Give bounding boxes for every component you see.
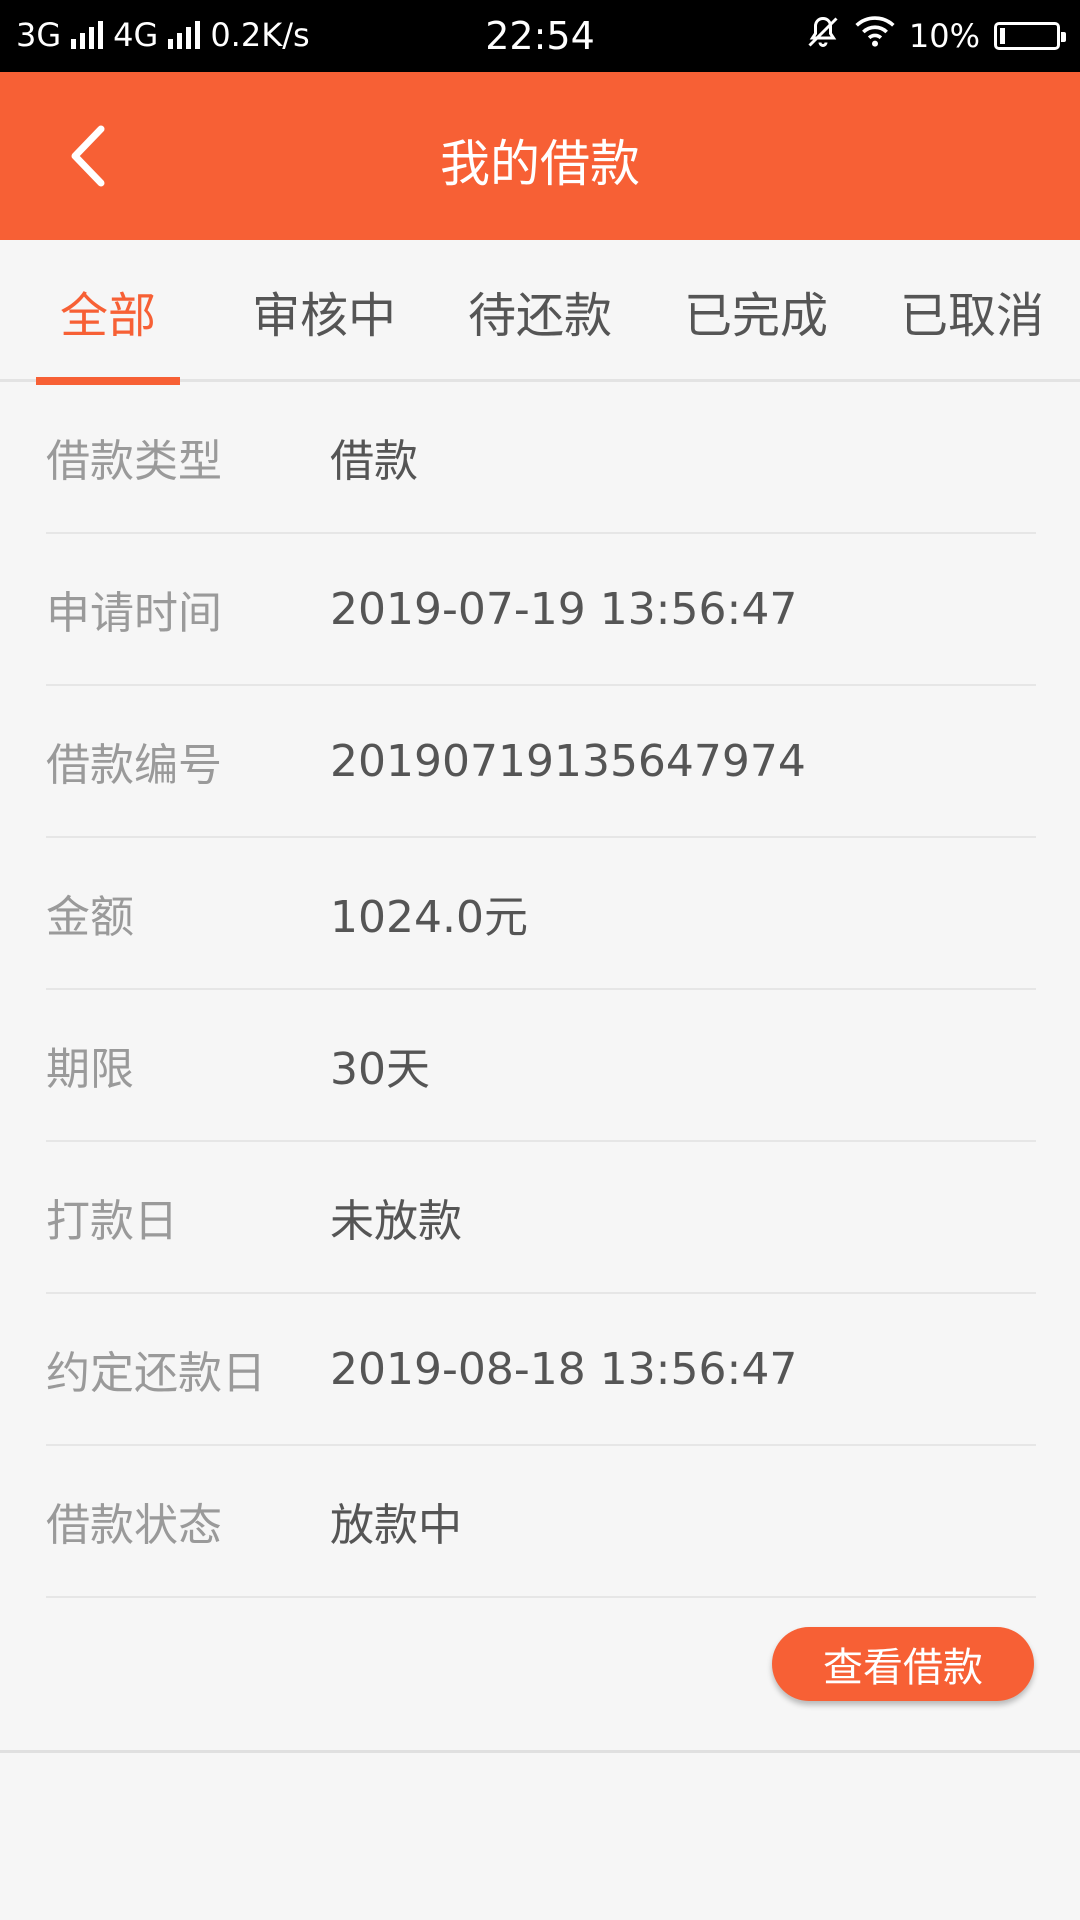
detail-label: 约定还款日 (46, 1348, 266, 1399)
detail-label: 期限 (46, 1044, 134, 1095)
detail-row-loan-number: 借款编号 20190719135647974 (46, 686, 1036, 838)
tab-label: 已取消 (899, 288, 1044, 344)
view-loan-button[interactable]: 查看借款 (772, 1627, 1034, 1701)
tab-reviewing[interactable]: 审核中 (216, 240, 432, 382)
detail-label: 借款编号 (46, 740, 222, 791)
wifi-icon (855, 14, 895, 58)
tab-label: 审核中 (251, 288, 396, 344)
system-indicators: 10% (805, 14, 1066, 58)
detail-value: 30天 (330, 1044, 430, 1095)
detail-value: 放款中 (330, 1500, 462, 1551)
detail-row-loan-type: 借款类型 借款 (46, 382, 1036, 534)
detail-label: 打款日 (46, 1196, 178, 1247)
detail-row-payout-date: 打款日 未放款 (46, 1142, 1036, 1294)
detail-row-amount: 金额 1024.0元 (46, 838, 1036, 990)
tab-cancelled[interactable]: 已取消 (864, 240, 1080, 382)
detail-value: 2019-08-18 13:56:47 (330, 1343, 798, 1395)
detail-label: 申请时间 (46, 588, 222, 639)
detail-value: 1024.0元 (330, 892, 528, 943)
mute-bell-icon (805, 14, 841, 58)
tab-label: 待还款 (467, 288, 612, 344)
status-bar: 3G 4G 0.2K/s 22:54 10% (0, 0, 1080, 72)
battery-percent: 10% (908, 17, 980, 55)
app-header: 我的借款 (0, 72, 1080, 240)
detail-value: 借款 (330, 436, 418, 487)
card-bottom-divider (0, 1750, 1080, 1753)
tab-label: 已完成 (683, 288, 828, 344)
detail-row-apply-time: 申请时间 2019-07-19 13:56:47 (46, 534, 1036, 686)
page-title: 我的借款 (440, 135, 640, 193)
tab-pending-repayment[interactable]: 待还款 (432, 240, 648, 382)
detail-row-loan-status: 借款状态 放款中 (46, 1446, 1036, 1598)
tab-all[interactable]: 全部 (0, 240, 216, 385)
detail-row-due-date: 约定还款日 2019-08-18 13:56:47 (46, 1294, 1036, 1446)
battery-icon (994, 22, 1066, 50)
tab-label: 全部 (59, 288, 156, 344)
card-actions: 查看借款 (0, 1598, 1080, 1752)
detail-row-term: 期限 30天 (46, 990, 1036, 1142)
detail-value: 2019-07-19 13:56:47 (330, 583, 798, 635)
status-tabs: 全部 审核中 待还款 已完成 已取消 (0, 240, 1080, 385)
detail-label: 金额 (46, 892, 134, 943)
loan-card: 借款类型 借款 申请时间 2019-07-19 13:56:47 借款编号 20… (0, 382, 1080, 1752)
detail-value: 20190719135647974 (330, 735, 806, 787)
detail-label: 借款类型 (46, 436, 222, 487)
tab-completed[interactable]: 已完成 (648, 240, 864, 382)
detail-label: 借款状态 (46, 1500, 222, 1551)
detail-value: 未放款 (330, 1196, 462, 1247)
